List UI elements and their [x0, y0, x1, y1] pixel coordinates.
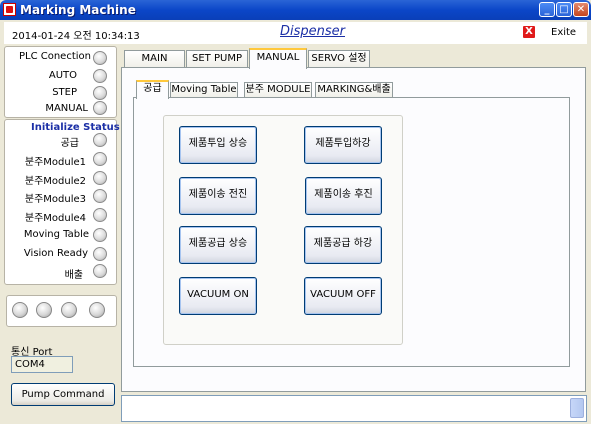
step-lamp: [93, 86, 107, 100]
init-label-moving-table: Moving Table: [23, 229, 89, 240]
indicator-lamp-3: [61, 302, 77, 318]
app-icon: [3, 3, 16, 16]
init-label-module1: 분주Module1: [24, 157, 86, 168]
init-label-module2: 분주Module2: [24, 176, 86, 187]
manual-lamp: [93, 101, 107, 115]
exit-button[interactable]: Exite: [551, 27, 576, 38]
init-module4-lamp: [93, 208, 107, 222]
status-label-step: STEP: [52, 87, 77, 98]
port-field[interactable]: COM4: [11, 356, 73, 373]
feed-down-button[interactable]: 제품투입하강: [304, 126, 382, 164]
init-label-vision-ready: Vision Ready: [23, 248, 88, 259]
tab-servo-settings[interactable]: SERVO 설정: [308, 50, 370, 68]
tab-manual[interactable]: MANUAL: [249, 48, 307, 69]
init-module1-lamp: [93, 152, 107, 166]
feed-up-button[interactable]: 제품투입 상승: [179, 126, 257, 164]
datetime-label: 2014-01-24 오전 10:34:13: [12, 31, 140, 42]
plc-connection-lamp: [93, 51, 107, 65]
log-scrollbar[interactable]: [570, 398, 584, 418]
transfer-back-button[interactable]: 제품이송 후진: [305, 177, 382, 215]
init-label-supply: 공급: [60, 138, 79, 149]
status-label-manual: MANUAL: [45, 103, 88, 114]
app-name-title: Dispenser: [280, 24, 345, 39]
minimize-button[interactable]: _: [539, 2, 555, 17]
window-title: Marking Machine: [20, 3, 136, 17]
tab-main[interactable]: MAIN: [124, 50, 185, 68]
init-discharge-lamp: [93, 264, 107, 278]
subtab-moving-table[interactable]: Moving Table: [170, 82, 238, 98]
transfer-forward-button[interactable]: 제품이송 전진: [179, 177, 257, 215]
subtab-supply[interactable]: 공급: [136, 80, 169, 99]
close-window-button[interactable]: ✕: [573, 2, 589, 17]
subtab-marking-discharge[interactable]: MARKING&배출: [315, 82, 393, 98]
init-module2-lamp: [93, 171, 107, 185]
init-label-discharge: 배출: [64, 270, 83, 281]
vacuum-off-button[interactable]: VACUUM OFF: [304, 277, 382, 315]
tab-set-pump[interactable]: SET PUMP: [186, 50, 248, 68]
init-supply-lamp: [93, 133, 107, 147]
initialize-status-title: Initialize Status: [31, 122, 120, 133]
supply-up-button[interactable]: 제품공급 상승: [179, 226, 257, 264]
indicator-lamp-4: [89, 302, 105, 318]
init-module3-lamp: [93, 189, 107, 203]
init-vision-ready-lamp: [93, 247, 107, 261]
status-label-auto: AUTO: [48, 70, 77, 81]
init-label-module4: 분주Module4: [24, 213, 86, 224]
init-label-module3: 분주Module3: [24, 194, 86, 205]
indicator-lamp-2: [36, 302, 52, 318]
auto-lamp: [93, 69, 107, 83]
subtab-dispense-module[interactable]: 분주 MODULE: [244, 82, 312, 98]
pump-command-button[interactable]: Pump Command: [11, 383, 115, 406]
indicator-lamp-1: [12, 302, 28, 318]
exit-icon[interactable]: X: [523, 26, 535, 38]
log-textbox[interactable]: [121, 395, 587, 422]
init-moving-table-lamp: [93, 228, 107, 242]
vacuum-on-button[interactable]: VACUUM ON: [179, 277, 257, 315]
status-label-plc: PLC Conection: [18, 51, 91, 62]
supply-down-button[interactable]: 제품공급 하강: [304, 226, 382, 264]
maximize-button[interactable]: □: [556, 2, 572, 17]
